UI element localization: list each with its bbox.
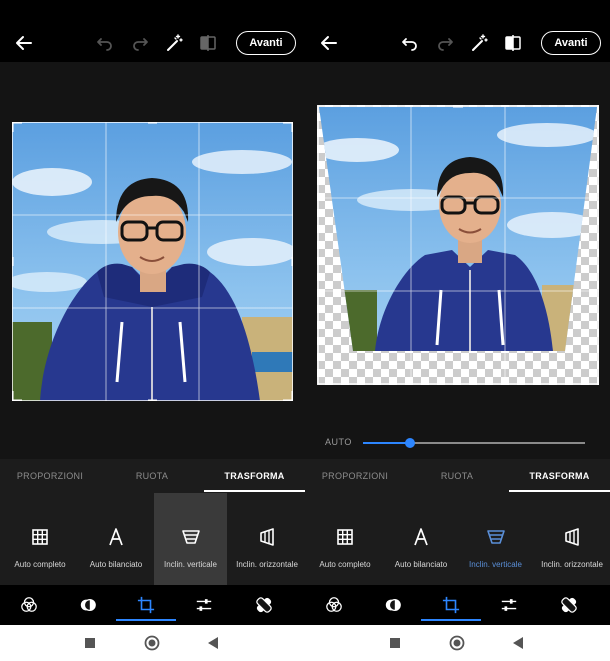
filters-icon[interactable] (73, 593, 103, 617)
image-canvas (305, 62, 610, 427)
letter-a-icon (105, 526, 127, 548)
edit-mode-tabs: PROPORZIONI RUOTA TRASFORMA (305, 459, 610, 493)
redo-icon[interactable] (432, 30, 458, 56)
tool-auto-bilanciato[interactable]: Auto bilanciato (383, 493, 459, 585)
tool-label: Auto completo (319, 560, 371, 569)
recents-square-icon[interactable] (81, 634, 99, 652)
looks-icon[interactable] (14, 593, 44, 617)
filters-icon[interactable] (378, 593, 408, 617)
bottom-nav (305, 585, 610, 625)
home-circle-icon[interactable] (143, 634, 161, 652)
auto-slider-track[interactable] (363, 438, 585, 448)
undo-icon[interactable] (92, 30, 118, 56)
auto-slider-row: AUTO (305, 427, 610, 459)
next-button[interactable]: Avanti (541, 31, 601, 55)
back-arrow-icon[interactable] (316, 30, 342, 56)
grid-icon (334, 526, 356, 548)
tool-inclin-orizzontale[interactable]: Inclin. orizzontale (534, 493, 610, 585)
horizontal-tilt-icon (561, 526, 583, 548)
recents-square-icon[interactable] (386, 634, 404, 652)
vertical-tilt-icon (180, 526, 202, 548)
image-canvas (0, 62, 305, 427)
adjustments-icon[interactable] (189, 593, 219, 617)
active-nav-indicator (116, 619, 176, 621)
editor-screen-left: Avanti PROPORZIONI RUOTA TRASFORMA Auto … (0, 0, 305, 625)
looks-icon[interactable] (319, 593, 349, 617)
redo-icon[interactable] (127, 30, 153, 56)
compare-icon[interactable] (500, 30, 526, 56)
tab-proporzioni[interactable]: PROPORZIONI (305, 459, 405, 493)
tool-label: Auto bilanciato (89, 560, 143, 569)
horizontal-tilt-icon (256, 526, 278, 548)
back-triangle-icon[interactable] (509, 634, 527, 652)
crop-icon[interactable] (436, 593, 466, 617)
home-circle-icon[interactable] (448, 634, 466, 652)
grid-icon (29, 526, 51, 548)
tool-label: Auto bilanciato (394, 560, 448, 569)
adjustments-icon[interactable] (494, 593, 524, 617)
magic-wand-icon[interactable] (466, 30, 492, 56)
tab-proporzioni[interactable]: PROPORZIONI (0, 459, 100, 493)
tab-trasforma[interactable]: TRASFORMA (509, 459, 610, 493)
top-toolbar: Avanti (0, 0, 305, 62)
slider-fill (363, 442, 410, 444)
letter-a-icon (410, 526, 432, 548)
tool-inclin-verticale[interactable]: Inclin. verticale (459, 493, 532, 585)
vertical-tilt-icon (485, 526, 507, 548)
tool-label: Inclin. orizzontale (236, 560, 298, 569)
magic-wand-icon[interactable] (161, 30, 187, 56)
tab-trasforma[interactable]: TRASFORMA (204, 459, 305, 493)
healing-icon[interactable] (249, 593, 279, 617)
tab-ruota[interactable]: RUOTA (100, 459, 204, 493)
tool-auto-bilanciato[interactable]: Auto bilanciato (78, 493, 154, 585)
slider-handle[interactable] (404, 438, 415, 448)
compare-icon[interactable] (195, 30, 221, 56)
tool-inclin-verticale[interactable]: Inclin. verticale (154, 493, 227, 585)
active-nav-indicator (421, 619, 481, 621)
healing-icon[interactable] (554, 593, 584, 617)
tab-ruota[interactable]: RUOTA (405, 459, 509, 493)
photo-crop-preview[interactable] (12, 122, 293, 401)
transform-tools: Auto completo Auto bilanciato Inclin. ve… (305, 493, 610, 585)
bottom-nav (0, 585, 305, 625)
undo-icon[interactable] (397, 30, 423, 56)
tool-inclin-orizzontale[interactable]: Inclin. orizzontale (229, 493, 305, 585)
edit-mode-tabs: PROPORZIONI RUOTA TRASFORMA (0, 459, 305, 493)
next-button[interactable]: Avanti (236, 31, 296, 55)
slider-label: AUTO (325, 437, 352, 447)
editor-screen-right: Avanti AUTO PROPORZIONI RUOTA TRASFORMA … (305, 0, 610, 625)
back-triangle-icon[interactable] (204, 634, 222, 652)
top-toolbar: Avanti (305, 0, 610, 62)
back-arrow-icon[interactable] (11, 30, 37, 56)
photo-transform-preview[interactable] (317, 105, 599, 385)
tool-auto-completo[interactable]: Auto completo (2, 493, 78, 585)
crop-icon[interactable] (131, 593, 161, 617)
tool-label: Inclin. orizzontale (541, 560, 603, 569)
transform-tools: Auto completo Auto bilanciato Inclin. ve… (0, 493, 305, 585)
system-navigation-bar (0, 625, 610, 661)
tool-auto-completo[interactable]: Auto completo (307, 493, 383, 585)
tool-label: Inclin. verticale (164, 560, 217, 569)
tool-label: Auto completo (14, 560, 66, 569)
comparison-screenshot: Avanti PROPORZIONI RUOTA TRASFORMA Auto … (0, 0, 610, 661)
tool-label: Inclin. verticale (469, 560, 522, 569)
